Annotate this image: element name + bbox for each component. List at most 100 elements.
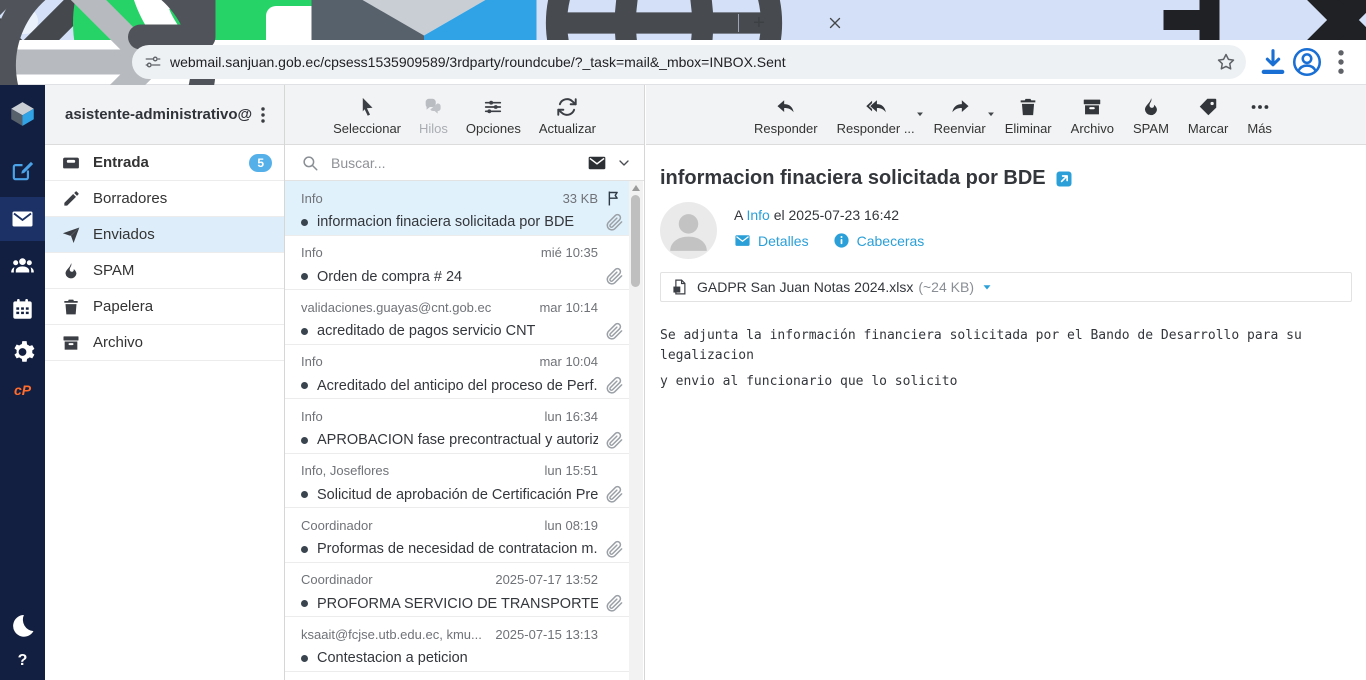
details-link[interactable]: Detalles: [734, 232, 809, 249]
toolbar-button-label: Hilos: [419, 121, 448, 136]
details-label: Detalles: [758, 233, 809, 249]
account-header: asistente-administrativo@sa...: [45, 85, 284, 145]
message-subject: APROBACION fase precontractual y autoriz…: [317, 432, 598, 448]
close-window-button[interactable]: [1320, 0, 1366, 40]
scrollbar-up-arrow[interactable]: [632, 185, 640, 191]
roundcube-logo-icon[interactable]: [0, 99, 45, 129]
responder-button[interactable]: Responder: [752, 96, 820, 136]
account-menu-icon[interactable]: [252, 104, 274, 126]
browser-toolbar: webmail.sanjuan.gob.ec/cpsess1535909589/…: [0, 40, 1366, 85]
message-row[interactable]: Infomar 10:04Acreditado del anticipo del…: [285, 345, 630, 400]
inbox-icon: [61, 153, 81, 173]
opciones-button[interactable]: Opciones: [464, 96, 523, 136]
mail-body-line: y envio al funcionario que lo solicito: [660, 372, 1352, 392]
unread-dot: [301, 437, 308, 444]
message-sender: Info: [301, 409, 537, 424]
attachment-name[interactable]: GADPR San Juan Notas 2024.xlsx: [697, 279, 913, 295]
webmail-app: cP ? asistente-administrativo@sa... Entr…: [0, 85, 1366, 680]
dropdown-caret-icon: [986, 109, 996, 119]
seleccionar-button[interactable]: Seleccionar: [331, 96, 403, 136]
sidebar-item-papelera[interactable]: Papelera: [45, 289, 284, 325]
message-row-subject-line: informacion finaciera solicitada por BDE: [301, 210, 624, 234]
downloads-icon[interactable]: [1256, 45, 1290, 79]
message-row[interactable]: validaciones.guayas@cnt.gob.ecmar 10:14a…: [285, 290, 630, 345]
new-tab-button[interactable]: +: [745, 9, 773, 37]
browser-tab[interactable]: (5) Roundcube Webmail :: Envia: [266, 6, 506, 40]
message-attachment-slot: [598, 321, 624, 341]
sidebar-item-entrada[interactable]: Entrada5: [45, 145, 284, 181]
eliminar-button[interactable]: Eliminar: [1003, 96, 1054, 136]
attachment-menu-caret-icon[interactable]: [981, 281, 993, 293]
headers-label: Cabeceras: [857, 233, 925, 249]
message-row-meta-line: Infomar 10:04: [301, 352, 624, 372]
message-row[interactable]: Info2025-07-14 11:01: [285, 672, 630, 680]
spam-button[interactable]: SPAM: [1131, 96, 1171, 136]
message-rows: Info33 KBinformacion finaciera solicitad…: [285, 181, 630, 680]
flag-icon: [605, 189, 624, 208]
attachment-paperclip-icon: [605, 213, 624, 232]
message-row[interactable]: Infolun 16:34 APROBACION fase precontract…: [285, 399, 630, 454]
message-row[interactable]: ksaait@fcjse.utb.edu.ec, kmu...2025-07-1…: [285, 617, 630, 672]
message-row-subject-line: Proformas de necesidad de contratacion m…: [301, 537, 624, 561]
message-row[interactable]: Info, Josefloreslun 15:51Solicitud de ap…: [285, 454, 630, 509]
responder-button[interactable]: Responder ...: [835, 96, 917, 136]
archivo-button[interactable]: Archivo: [1069, 96, 1116, 136]
calendar-icon[interactable]: [0, 296, 45, 322]
message-flag-slot: [598, 406, 624, 426]
reply-icon: [774, 96, 798, 118]
scrollbar-thumb[interactable]: [631, 195, 640, 287]
bookmark-star-icon[interactable]: [1216, 52, 1236, 72]
tab-close-icon[interactable]: [826, 14, 844, 32]
message-row-meta-line: Info, Josefloreslun 15:51: [301, 461, 624, 481]
list-scrollbar[interactable]: [629, 181, 643, 680]
url-text[interactable]: webmail.sanjuan.gob.ec/cpsess1535909589/…: [170, 54, 1216, 70]
browser-menu-icon[interactable]: [1324, 45, 1358, 79]
sidebar-item-enviados[interactable]: Enviados: [45, 217, 284, 253]
sidebar-item-mail[interactable]: [0, 197, 45, 241]
dark-mode-moon-icon[interactable]: [0, 612, 45, 640]
search-input[interactable]: [329, 154, 586, 172]
sidebar-item-archivo[interactable]: Archivo: [45, 325, 284, 361]
reenviar-button[interactable]: Reenviar: [932, 96, 988, 136]
browser-tab[interactable]: Actividad 2025-07-23 08:00:00: [506, 6, 732, 40]
site-info-icon[interactable]: [144, 53, 162, 71]
xlsx-file-icon: x: [671, 277, 689, 297]
browser-window: (1) WhatsApp(5) Roundcube Webmail :: Env…: [0, 0, 1366, 680]
reload-button[interactable]: [86, 45, 120, 79]
help-icon[interactable]: ?: [18, 652, 28, 670]
message-row[interactable]: Infomié 10:35Orden de compra # 24: [285, 236, 630, 291]
settings-gear-icon[interactable]: [0, 339, 45, 365]
profile-icon[interactable]: [1290, 45, 1324, 79]
search-scope-mail-icon[interactable]: [586, 153, 608, 173]
recipient-link[interactable]: Info: [746, 207, 769, 223]
headers-link[interactable]: Cabeceras: [833, 232, 925, 249]
message-row[interactable]: Coordinadorlun 08:19Proformas de necesid…: [285, 508, 630, 563]
attachment-bar[interactable]: x GADPR San Juan Notas 2024.xlsx (~24 KB…: [660, 272, 1352, 302]
message-row[interactable]: Info33 KBinformacion finaciera solicitad…: [285, 181, 630, 236]
search-options-chevron-icon[interactable]: [616, 155, 632, 171]
replyall-icon: [864, 96, 888, 118]
attachment-size: (~24 KB): [918, 279, 974, 295]
message-row-meta-line: Infolun 16:34: [301, 406, 624, 426]
message-subject: Contestacion a peticion: [317, 650, 598, 666]
address-bar[interactable]: webmail.sanjuan.gob.ec/cpsess1535909589/…: [132, 45, 1246, 79]
message-attachment-slot: [598, 376, 624, 396]
compose-icon[interactable]: [0, 157, 45, 183]
marcar-button[interactable]: Marcar: [1186, 96, 1230, 136]
message-attachment-slot: [598, 212, 624, 232]
cpanel-icon[interactable]: cP: [14, 382, 31, 398]
folder-label: Papelera: [93, 298, 284, 315]
attachment-paperclip-icon: [605, 485, 624, 504]
actualizar-button[interactable]: Actualizar: [537, 96, 598, 136]
más-button[interactable]: Más: [1245, 96, 1274, 136]
open-in-new-window-icon[interactable]: [1055, 170, 1073, 188]
sidebar-item-borradores[interactable]: Borradores: [45, 181, 284, 217]
search-bar: [285, 145, 644, 181]
message-row[interactable]: Coordinador2025-07-17 13:52PROFORMA SERV…: [285, 563, 630, 618]
message-subject: Orden de compra # 24: [317, 269, 598, 285]
folder-label: SPAM: [93, 262, 284, 279]
trash-icon: [1016, 96, 1040, 118]
contacts-icon[interactable]: [0, 253, 45, 279]
app-sidebar: cP ?: [0, 85, 45, 680]
sidebar-item-spam[interactable]: SPAM: [45, 253, 284, 289]
